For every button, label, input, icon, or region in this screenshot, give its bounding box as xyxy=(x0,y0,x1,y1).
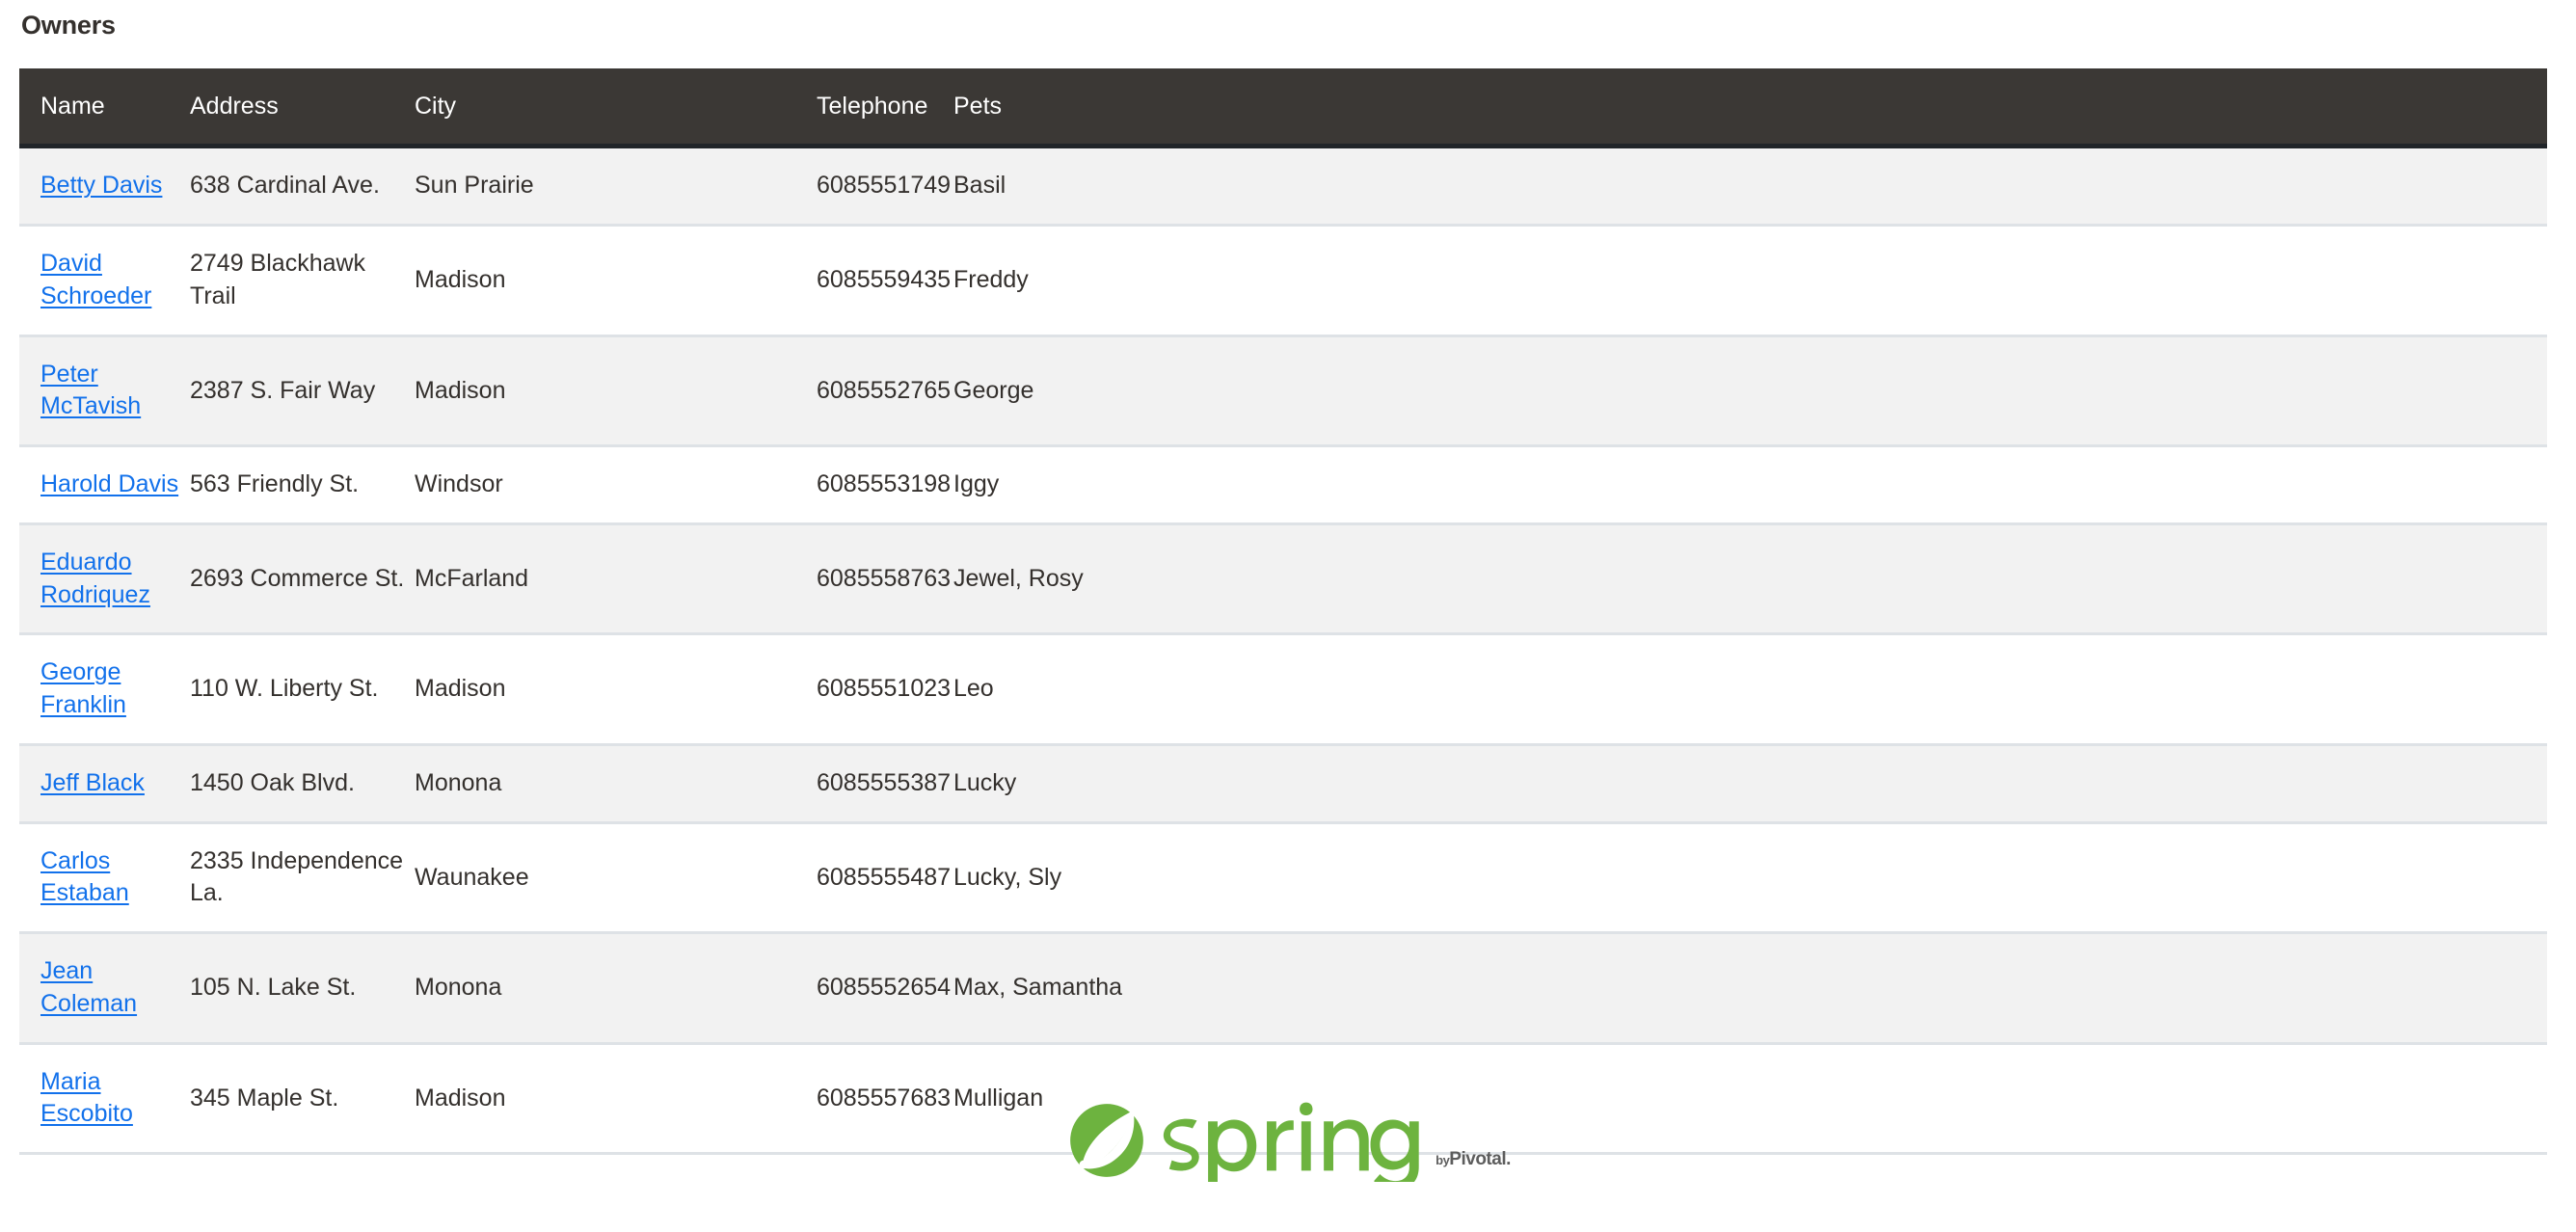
owner-link[interactable]: George Franklin xyxy=(40,658,126,718)
table-row: David Schroeder 2749 Blackhawk Trail Mad… xyxy=(19,224,2547,336)
owner-name-cell: Carlos Estaban xyxy=(19,820,190,933)
owner-telephone-cell: 6085559435 xyxy=(817,224,953,336)
spring-logo[interactable]: byPivotal. xyxy=(1065,1099,1511,1182)
owner-address-cell: 2749 Blackhawk Trail xyxy=(190,224,415,336)
owner-address-cell: 1450 Oak Blvd. xyxy=(190,742,415,823)
owner-link[interactable]: Eduardo Rodriquez xyxy=(40,549,150,608)
owner-city-cell: Waunakee xyxy=(415,820,817,933)
owner-address-cell: 563 Friendly St. xyxy=(190,444,415,524)
owner-city-cell: Madison xyxy=(415,224,817,336)
owner-address-cell: 2335 Independence La. xyxy=(190,820,415,933)
owner-telephone-cell: 6085551749 xyxy=(817,172,952,200)
owners-table: Name Address City Telephone Pets Betty D… xyxy=(19,68,2547,1156)
owner-address-cell: 110 W. Liberty St. xyxy=(190,632,415,745)
footer: byPivotal. xyxy=(0,1099,2576,1182)
owner-name-cell: Harold Davis xyxy=(19,444,190,524)
page-title: Owners xyxy=(21,11,116,40)
owner-city-cell: Madison xyxy=(415,334,817,446)
owner-link[interactable]: Jeff Black xyxy=(40,769,145,796)
pivotal-byline-brand: Pivotal. xyxy=(1449,1149,1511,1169)
table-header-row: Name Address City Telephone Pets xyxy=(19,68,2547,149)
owner-telephone-cell: 6085555387 xyxy=(817,742,953,823)
table-body: Betty Davis 638 Cardinal Ave. Sun Prairi… xyxy=(19,146,2547,1156)
table-row: Eduardo Rodriquez 2693 Commerce St. McFa… xyxy=(19,522,2547,634)
owner-link[interactable]: Carlos Estaban xyxy=(40,847,129,907)
owner-pets-cell: Jewel, Rosy xyxy=(953,522,2547,634)
owner-address-cell: 638 Cardinal Ave. xyxy=(190,172,380,200)
owner-pets-cell: Leo xyxy=(953,632,2547,745)
owner-name-cell: Jean Coleman xyxy=(19,931,190,1044)
owner-pets-cell: Basil xyxy=(953,172,1006,200)
owner-link[interactable]: Harold Davis xyxy=(40,470,178,497)
owner-telephone-cell: 6085555487 xyxy=(817,820,953,933)
owner-city-cell: Madison xyxy=(415,632,817,745)
owner-telephone-cell: 6085551023 xyxy=(817,632,953,745)
owner-telephone-cell: 6085552654 xyxy=(817,931,953,1044)
owner-pets-cell: Iggy xyxy=(953,444,2547,524)
owner-telephone-cell: 6085552765 xyxy=(817,334,953,446)
owner-name-cell: Betty Davis xyxy=(19,147,190,226)
column-header-name: Name xyxy=(19,68,190,149)
owner-address-cell: 105 N. Lake St. xyxy=(190,931,415,1044)
owner-city-cell: Monona xyxy=(415,742,817,823)
pivotal-byline: byPivotal. xyxy=(1436,1149,1511,1182)
table-row: Harold Davis 563 Friendly St. Windsor 60… xyxy=(19,444,2547,524)
owner-city-cell: Windsor xyxy=(415,444,817,524)
owner-link[interactable]: Betty Davis xyxy=(40,172,162,199)
owner-link[interactable]: David Schroeder xyxy=(40,250,151,309)
owner-pets-cell: Max, Samantha xyxy=(953,931,2547,1044)
owner-telephone-cell: 6085558763 xyxy=(817,522,953,634)
owner-city-cell: McFarland xyxy=(415,522,817,634)
owner-address-cell: 2387 S. Fair Way xyxy=(190,334,415,446)
owner-name-cell: Eduardo Rodriquez xyxy=(19,522,190,634)
owner-name-cell: Jeff Black xyxy=(19,742,190,823)
owner-pets-cell: Lucky, Sly xyxy=(953,820,2547,933)
owner-telephone-cell: 6085553198 xyxy=(817,444,953,524)
spring-wordmark xyxy=(1163,1102,1419,1182)
table-row: Jean Coleman 105 N. Lake St. Monona 6085… xyxy=(19,931,2547,1044)
owner-link[interactable]: Jean Coleman xyxy=(40,957,137,1017)
column-header-city: City xyxy=(415,68,817,149)
table-row: Jeff Black 1450 Oak Blvd. Monona 6085555… xyxy=(19,742,2547,823)
owner-pets-cell: George xyxy=(953,334,2547,446)
owner-pets-cell: Freddy xyxy=(953,224,2547,336)
owner-link[interactable]: Peter McTavish xyxy=(40,361,141,420)
owner-name-cell: Peter McTavish xyxy=(19,334,190,446)
owner-address-cell: 2693 Commerce St. xyxy=(190,522,415,634)
owner-city-cell: Monona xyxy=(415,931,817,1044)
table-row: Peter McTavish 2387 S. Fair Way Madison … xyxy=(19,334,2547,446)
owners-page: Owners Name Address City Telephone Pets … xyxy=(0,0,2576,1232)
column-header-pets: Pets xyxy=(953,68,2547,149)
table-row: Betty Davis 638 Cardinal Ave. Sun Prairi… xyxy=(19,146,2547,226)
spring-leaf-icon xyxy=(1070,1104,1143,1177)
owner-pets-cell: Lucky xyxy=(953,742,2547,823)
owner-name-cell: David Schroeder xyxy=(19,224,190,336)
owner-city-cell: Sun Prairie xyxy=(415,172,534,200)
pivotal-byline-by: by xyxy=(1436,1153,1450,1167)
table-row: George Franklin 110 W. Liberty St. Madis… xyxy=(19,632,2547,745)
column-header-address: Address xyxy=(190,68,415,149)
column-header-telephone: Telephone xyxy=(817,68,953,149)
table-row: Carlos Estaban 2335 Independence La. Wau… xyxy=(19,820,2547,933)
table-header: Name Address City Telephone Pets xyxy=(19,68,2547,149)
owner-name-cell: George Franklin xyxy=(19,632,190,745)
